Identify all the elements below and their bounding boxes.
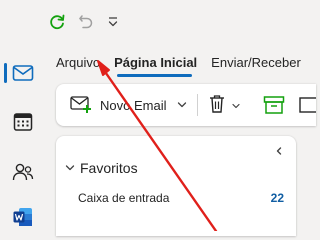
ribbon-more-icon[interactable] <box>299 96 319 114</box>
folder-pane: Favoritos Caixa de entrada 22 <box>56 136 296 236</box>
tab-enviar-receber[interactable]: Enviar/Receber <box>211 53 301 73</box>
app-rail <box>0 0 46 231</box>
outlook-window: O <box>0 0 319 236</box>
ribbon: Novo Email <box>56 84 319 126</box>
calendar-icon[interactable] <box>8 107 38 137</box>
refresh-icon[interactable] <box>47 8 67 36</box>
favorites-chevron-icon <box>65 165 75 171</box>
tab-arquivo[interactable]: Arquivo <box>56 53 100 73</box>
chevron-down-icon[interactable] <box>175 98 189 112</box>
word-icon[interactable] <box>8 202 38 232</box>
active-tab-underline <box>117 74 192 77</box>
active-indicator <box>4 63 7 83</box>
new-email-label: Novo Email <box>100 97 167 113</box>
favorites-label: Favoritos <box>80 160 138 176</box>
ribbon-tabs: Arquivo Página Inicial Enviar/Receber <box>56 53 315 73</box>
delete-icon[interactable] <box>208 94 228 116</box>
new-mail-icon <box>70 96 91 113</box>
mail-icon[interactable] <box>8 58 38 88</box>
folder-item-inbox[interactable]: Caixa de entrada 22 <box>78 188 290 208</box>
customize-toolbar-icon[interactable] <box>107 8 119 36</box>
undo-icon[interactable] <box>77 8 95 36</box>
ribbon-divider <box>197 94 198 116</box>
collapse-pane-icon[interactable] <box>272 144 286 158</box>
favorites-header[interactable]: Favoritos <box>64 160 138 176</box>
delete-chevron-icon[interactable] <box>230 99 242 111</box>
unread-count: 22 <box>270 191 284 205</box>
tab-pagina-inicial[interactable]: Página Inicial <box>114 53 197 73</box>
folder-item-label: Caixa de entrada <box>78 191 170 205</box>
new-email-button[interactable]: Novo Email <box>70 84 166 126</box>
people-icon[interactable] <box>8 157 38 187</box>
archive-icon[interactable] <box>263 95 285 115</box>
